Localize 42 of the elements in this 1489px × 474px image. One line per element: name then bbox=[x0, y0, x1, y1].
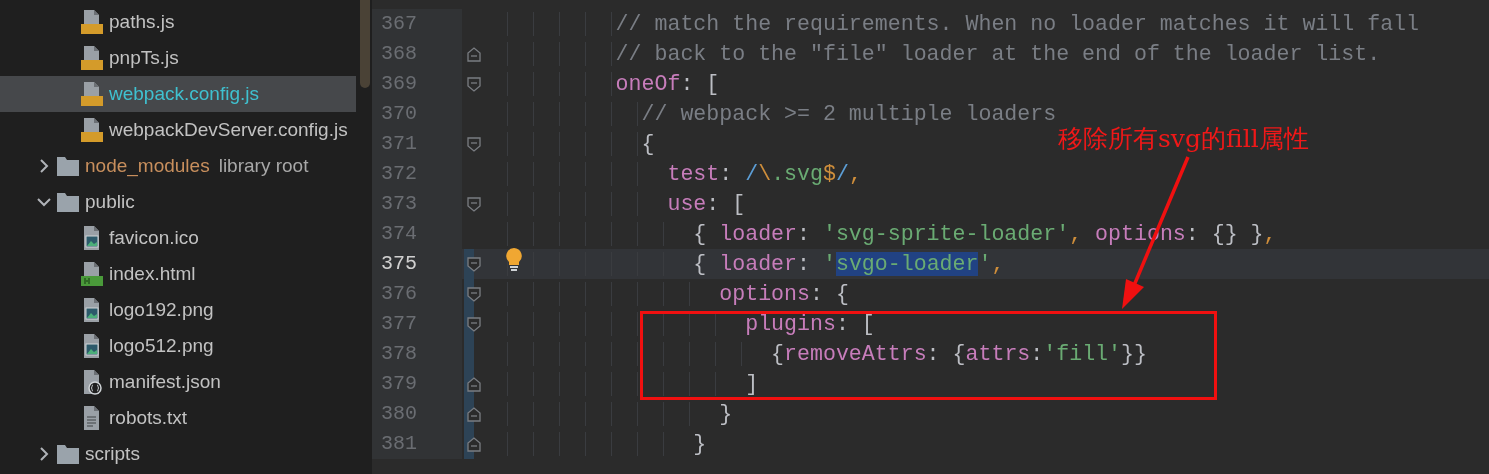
tree-item[interactable]: paths.js bbox=[0, 4, 372, 40]
tree-item[interactable]: logo512.png bbox=[0, 328, 372, 364]
line-number: 379 bbox=[372, 369, 462, 399]
tree-item[interactable]: webpackDevServer.config.js bbox=[0, 112, 372, 148]
line-number: 380 bbox=[372, 399, 462, 429]
line-number: 377 bbox=[372, 309, 462, 339]
tree-item[interactable]: logo192.png bbox=[0, 292, 372, 328]
line-number: 367 bbox=[372, 9, 462, 39]
tree-item[interactable]: pnpTs.js bbox=[0, 40, 372, 76]
code-line: // webpack >= 2 multiple loaders bbox=[486, 99, 1057, 129]
js-file-icon bbox=[80, 81, 104, 107]
tree-item[interactable]: webpack.config.js bbox=[0, 76, 356, 112]
line-number: 368 bbox=[372, 39, 462, 69]
scrollbar-thumb[interactable] bbox=[360, 0, 370, 88]
code-line: // match the requirements. When no loader matches it will fall bbox=[486, 9, 1419, 39]
code-line: {removeAttrs: {attrs:'fill'}} bbox=[486, 339, 1147, 369]
tree-item[interactable]: public bbox=[0, 184, 372, 220]
line-number: 376 bbox=[372, 279, 462, 309]
js-file-icon bbox=[80, 9, 104, 35]
line-number: 369 bbox=[372, 69, 462, 99]
lightbulb-icon bbox=[504, 247, 524, 273]
tree-item[interactable]: favicon.ico bbox=[0, 220, 372, 256]
line-number: 373 bbox=[372, 189, 462, 219]
line-number: 372 bbox=[372, 159, 462, 189]
js-file-icon bbox=[80, 117, 104, 143]
annotation-text: 移除所有svg的fill属性 bbox=[1058, 123, 1309, 155]
line-number: 370 bbox=[372, 99, 462, 129]
tree-item[interactable]: manifest.json bbox=[0, 364, 372, 400]
line-number: 371 bbox=[372, 129, 462, 159]
code-line: oneOf: [ bbox=[486, 69, 720, 99]
tree-item[interactable]: index.html bbox=[0, 256, 372, 292]
line-number: 381 bbox=[372, 429, 462, 459]
tree-item[interactable]: node_modules library root bbox=[0, 148, 372, 184]
code-line: { loader: 'svgo-loader', bbox=[486, 249, 1005, 279]
line-number: 378 bbox=[372, 339, 462, 369]
html-file-icon bbox=[80, 261, 104, 287]
js-file-icon bbox=[80, 45, 104, 71]
code-line: test: /\.svg$/, bbox=[486, 159, 862, 189]
tree-item[interactable]: robots.txt bbox=[0, 400, 372, 436]
line-number: 374 bbox=[372, 219, 462, 249]
tree-item[interactable]: scripts bbox=[0, 436, 372, 472]
code-line: // back to the "file" loader at the end of the loader list. bbox=[486, 39, 1381, 69]
